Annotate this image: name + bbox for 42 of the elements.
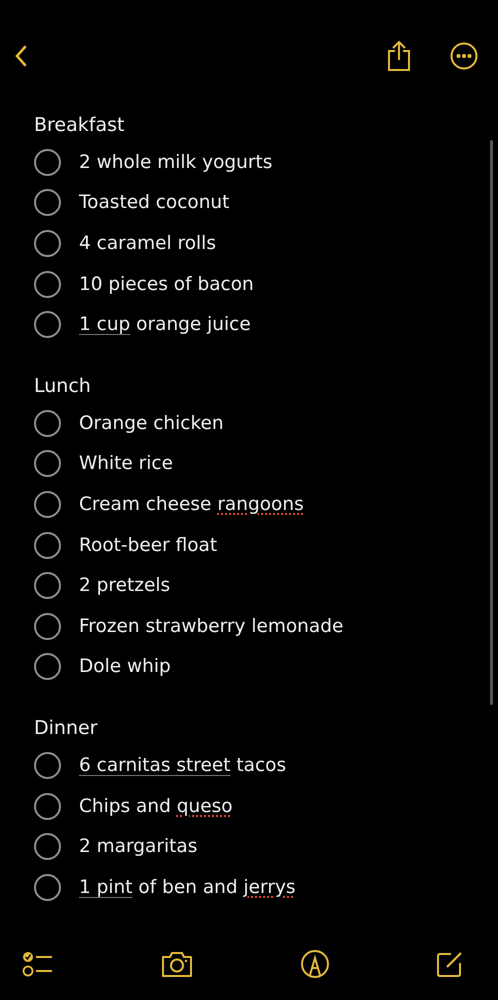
- checklist-circle[interactable]: [34, 410, 61, 437]
- checklist-item: 4 caramel rolls: [79, 232, 216, 254]
- checklist-circle[interactable]: [34, 612, 61, 640]
- checklist-circle[interactable]: [34, 311, 61, 338]
- compose-icon[interactable]: [436, 950, 464, 978]
- checklist-item: 10 pieces of bacon: [79, 274, 254, 295]
- checklist-circle[interactable]: [34, 532, 61, 559]
- more-icon[interactable]: [450, 42, 478, 70]
- checklist-circle[interactable]: [34, 653, 61, 680]
- checklist-icon[interactable]: [22, 950, 54, 978]
- checklist-item: 2 margaritas: [79, 836, 198, 858]
- section-heading: Lunch: [34, 374, 92, 399]
- checklist-item: Orange chicken: [79, 412, 224, 434]
- section-heading: Dinner: [34, 716, 98, 742]
- checklist-circle[interactable]: [34, 792, 61, 820]
- checklist-circle[interactable]: [34, 230, 61, 257]
- checklist-circle[interactable]: [34, 450, 61, 478]
- checklist-item: Frozen strawberry lemonade: [79, 616, 344, 637]
- checklist-circle[interactable]: [34, 874, 61, 901]
- section-heading: Breakfast: [34, 113, 126, 138]
- checklist-item: Dole whip: [79, 656, 171, 678]
- share-icon[interactable]: [386, 40, 412, 72]
- checklist-circle[interactable]: [34, 833, 61, 860]
- checklist-item: Toasted coconut: [79, 192, 230, 214]
- checklist-item: 2 pretzels: [79, 575, 170, 596]
- checklist-circle[interactable]: [34, 148, 61, 176]
- checklist-item: Root-beer float: [79, 534, 218, 556]
- checklist-item: Cream cheese rangoons: [79, 494, 304, 515]
- checklist-item: Chips and queso: [79, 796, 233, 817]
- checklist-circle[interactable]: [34, 270, 61, 298]
- checklist-circle[interactable]: [34, 189, 61, 216]
- camera-icon[interactable]: [160, 950, 194, 978]
- checklist-item: 1 pint of ben and jerrys: [79, 876, 296, 898]
- checklist-item: 1 cup orange juice: [79, 314, 251, 336]
- back-icon[interactable]: [14, 45, 28, 67]
- checklist-circle[interactable]: [34, 490, 61, 518]
- checklist-circle[interactable]: [34, 572, 61, 600]
- checklist-item: 6 carnitas street tacos: [79, 754, 286, 776]
- checklist-item: 2 whole milk yogurts: [79, 152, 272, 173]
- checklist-item: White rice: [79, 453, 173, 474]
- markup-pen-icon[interactable]: [300, 949, 330, 979]
- checklist-circle[interactable]: [34, 752, 61, 779]
